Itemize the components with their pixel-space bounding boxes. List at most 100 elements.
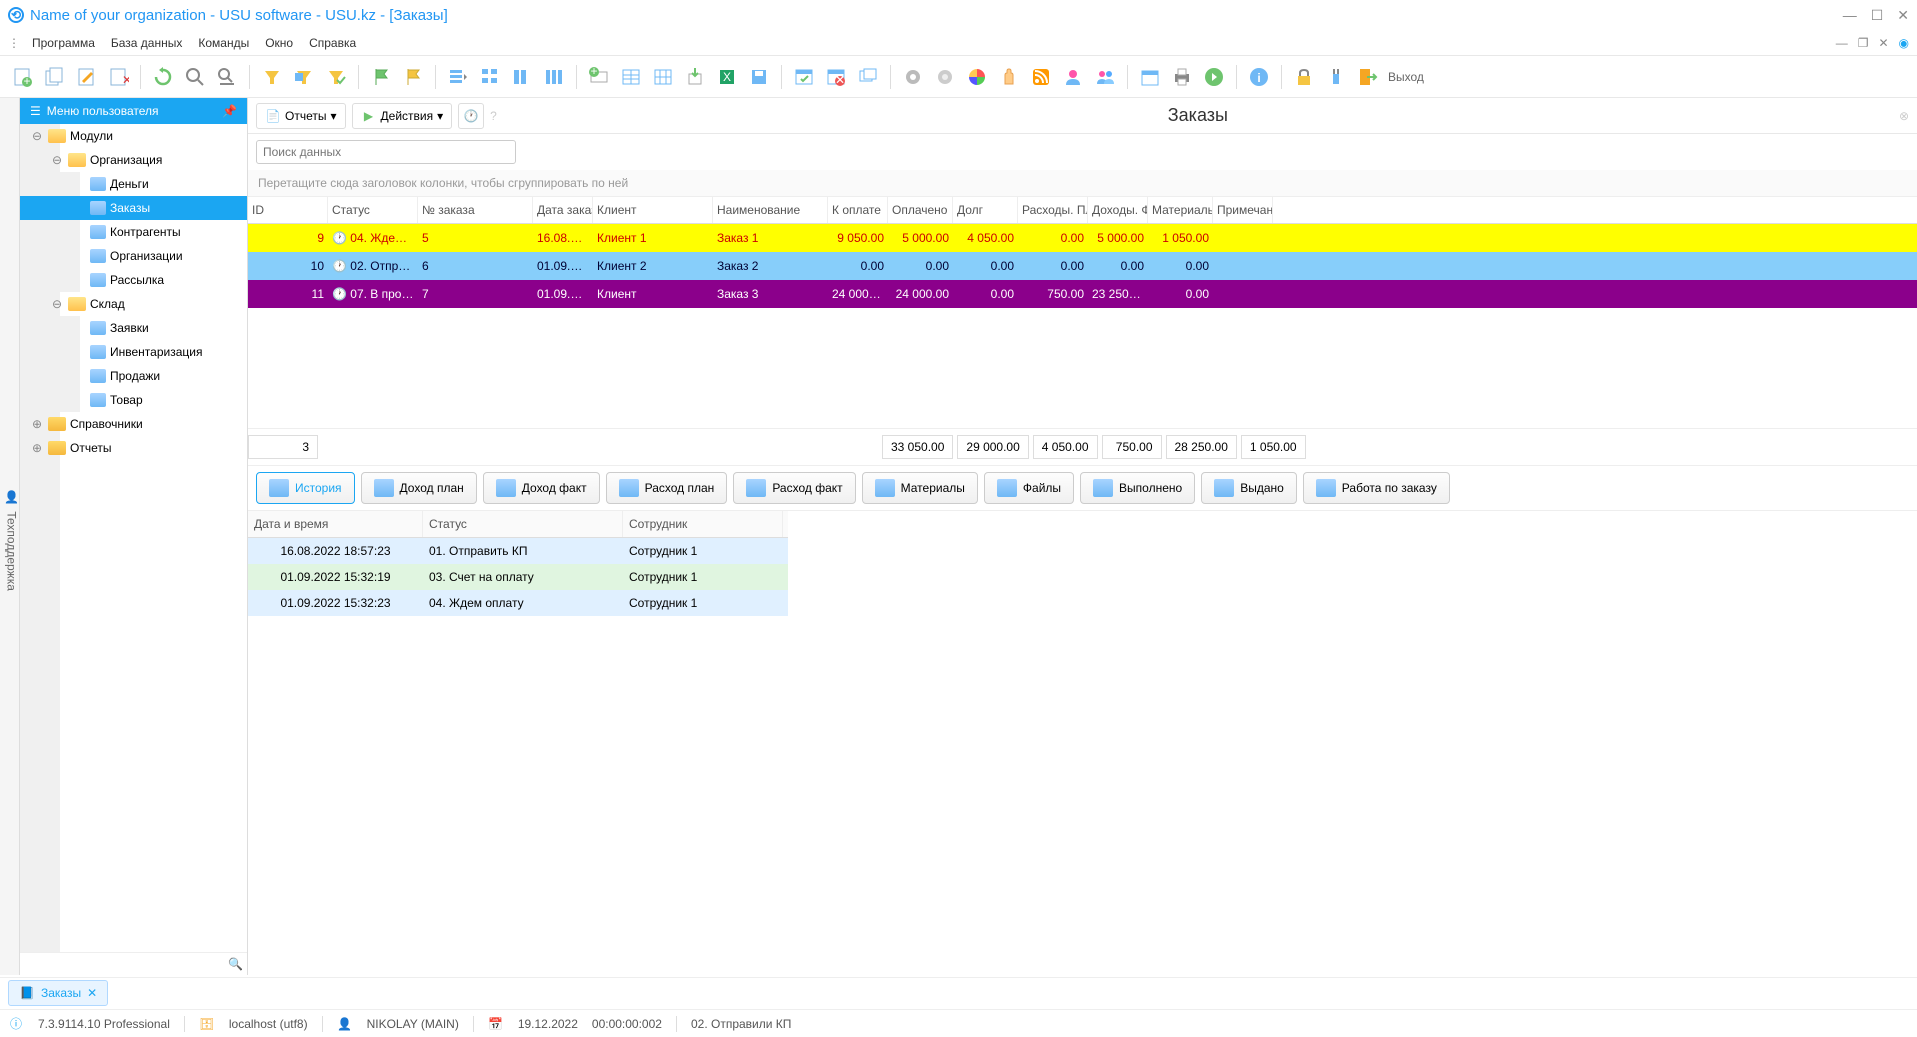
doc-restore-button[interactable]: ❐: [1858, 36, 1869, 50]
menu-window[interactable]: Окно: [257, 32, 301, 54]
col-incfact[interactable]: Доходы. Факт: [1088, 197, 1148, 223]
search-list-icon[interactable]: [213, 63, 241, 91]
grid-row[interactable]: 9🕐 04. Ждем оплату516.08.2022Клиент 1Зак…: [248, 224, 1917, 252]
list-down-icon[interactable]: [444, 63, 472, 91]
table-icon[interactable]: [617, 63, 645, 91]
hand-icon[interactable]: [995, 63, 1023, 91]
calendar-icon[interactable]: [1136, 63, 1164, 91]
tab-Файлы[interactable]: Файлы: [984, 472, 1074, 504]
doc-minimize-button[interactable]: —: [1836, 36, 1848, 50]
tree-modules[interactable]: ⊖Модули: [20, 124, 247, 148]
tab-История[interactable]: История: [256, 472, 355, 504]
refresh-icon[interactable]: [149, 63, 177, 91]
tab-Доход план[interactable]: Доход план: [361, 472, 477, 504]
col-explan[interactable]: Расходы. План: [1018, 197, 1088, 223]
col-num[interactable]: № заказа: [418, 197, 533, 223]
tree-organizations[interactable]: Организации: [20, 244, 247, 268]
add-row-icon[interactable]: +: [585, 63, 613, 91]
info-icon[interactable]: i: [1245, 63, 1273, 91]
col-client[interactable]: Клиент: [593, 197, 713, 223]
flag-yellow-icon[interactable]: [399, 63, 427, 91]
gear-icon[interactable]: [899, 63, 927, 91]
filter-ok-icon[interactable]: [322, 63, 350, 91]
search-input[interactable]: [256, 140, 516, 164]
new-doc-icon[interactable]: +: [8, 63, 36, 91]
tab-Работа по заказу[interactable]: Работа по заказу: [1303, 472, 1450, 504]
tree-reports[interactable]: ⊕Отчеты: [20, 436, 247, 460]
tree-organization[interactable]: ⊖Организация: [20, 148, 247, 172]
subcol-dt[interactable]: Дата и время: [248, 511, 423, 537]
subcol-emp[interactable]: Сотрудник: [623, 511, 783, 537]
windows-icon[interactable]: [854, 63, 882, 91]
edit-doc-icon[interactable]: [72, 63, 100, 91]
tab-close-icon[interactable]: ✕: [87, 986, 97, 1000]
filter-add-icon[interactable]: [290, 63, 318, 91]
columns-more-icon[interactable]: [540, 63, 568, 91]
tree-goods[interactable]: Товар: [20, 388, 247, 412]
window-ok-icon[interactable]: [790, 63, 818, 91]
color-circle-icon[interactable]: [963, 63, 991, 91]
tree-refs[interactable]: ⊕Справочники: [20, 412, 247, 436]
minimize-button[interactable]: —: [1843, 7, 1857, 24]
tab-Расход факт[interactable]: Расход факт: [733, 472, 855, 504]
subcol-st[interactable]: Статус: [423, 511, 623, 537]
history-row[interactable]: 16.08.2022 18:57:2301. Отправить КПСотру…: [248, 538, 788, 564]
col-status[interactable]: Статус: [328, 197, 418, 223]
tab-Выполнено[interactable]: Выполнено: [1080, 472, 1195, 504]
pin-icon[interactable]: 📌: [222, 104, 237, 118]
exit-icon[interactable]: [1354, 63, 1382, 91]
gear-alt-icon[interactable]: [931, 63, 959, 91]
copy-doc-icon[interactable]: [40, 63, 68, 91]
filter-icon[interactable]: [258, 63, 286, 91]
col-debt[interactable]: Долг: [953, 197, 1018, 223]
plug-icon[interactable]: [1322, 63, 1350, 91]
excel-icon[interactable]: X: [713, 63, 741, 91]
close-button[interactable]: ✕: [1897, 7, 1909, 24]
window-tab-orders[interactable]: 📘 Заказы ✕: [8, 980, 108, 1006]
sidebar-search-icon[interactable]: 🔍: [20, 952, 247, 975]
columns-icon[interactable]: [508, 63, 536, 91]
import-icon[interactable]: [681, 63, 709, 91]
exit-label[interactable]: Выход: [1388, 70, 1424, 84]
history-row[interactable]: 01.09.2022 15:32:1903. Счет на оплатуСот…: [248, 564, 788, 590]
col-note[interactable]: Примечание: [1213, 197, 1273, 223]
tree-requests[interactable]: Заявки: [20, 316, 247, 340]
tab-Расход план[interactable]: Расход план: [606, 472, 728, 504]
rss-icon[interactable]: [1027, 63, 1055, 91]
col-paid[interactable]: Оплачено: [888, 197, 953, 223]
window-x-icon[interactable]: ✕: [822, 63, 850, 91]
flag-green-icon[interactable]: [367, 63, 395, 91]
user-icon[interactable]: [1059, 63, 1087, 91]
content-close-icon[interactable]: ⊗: [1899, 109, 1909, 123]
grid-row[interactable]: 11🕐 07. В производ...701.09.2022КлиентЗа…: [248, 280, 1917, 308]
clock-button[interactable]: 🕐: [458, 103, 484, 129]
tree-icon[interactable]: [476, 63, 504, 91]
menu-database[interactable]: База данных: [103, 32, 190, 54]
print-icon[interactable]: [1168, 63, 1196, 91]
doc-help-button[interactable]: ◉: [1899, 36, 1909, 50]
tree-sales[interactable]: Продажи: [20, 364, 247, 388]
tab-Выдано[interactable]: Выдано: [1201, 472, 1297, 504]
tree-inventory[interactable]: Инвентаризация: [20, 340, 247, 364]
actions-button[interactable]: ▶Действия▾: [352, 103, 453, 129]
reports-button[interactable]: 📄Отчеты▾: [256, 103, 346, 129]
doc-close-button[interactable]: ✕: [1878, 36, 1888, 50]
maximize-button[interactable]: ☐: [1871, 7, 1884, 24]
delete-doc-icon[interactable]: ✕: [104, 63, 132, 91]
search-icon[interactable]: [181, 63, 209, 91]
next-icon[interactable]: [1200, 63, 1228, 91]
lock-icon[interactable]: [1290, 63, 1318, 91]
tree-warehouse[interactable]: ⊖Склад: [20, 292, 247, 316]
menu-program[interactable]: Программа: [24, 32, 103, 54]
tree-contractors[interactable]: Контрагенты: [20, 220, 247, 244]
col-mat[interactable]: Материалы: [1148, 197, 1213, 223]
grid-icon[interactable]: [649, 63, 677, 91]
tree-orders[interactable]: Заказы: [20, 196, 247, 220]
tab-Материалы[interactable]: Материалы: [862, 472, 978, 504]
users-icon[interactable]: [1091, 63, 1119, 91]
tree-money[interactable]: Деньги: [20, 172, 247, 196]
grid-row[interactable]: 10🕐 02. Отправили ...601.09.2022Клиент 2…: [248, 252, 1917, 280]
menu-help[interactable]: Справка: [301, 32, 364, 54]
menu-commands[interactable]: Команды: [190, 32, 257, 54]
help-hint-icon[interactable]: ?: [490, 109, 497, 123]
